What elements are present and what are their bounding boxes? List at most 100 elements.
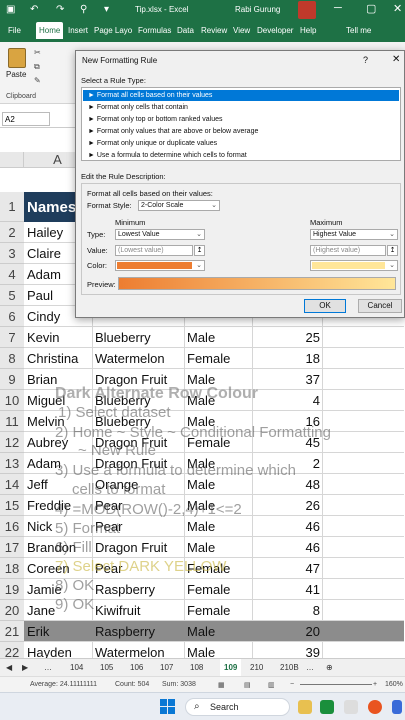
fruit-cell[interactable]: Kiwifruit [95, 603, 141, 618]
more-sheets-icon[interactable]: … [44, 663, 52, 672]
row-header[interactable]: 12 [0, 432, 24, 453]
table-row[interactable]: Hayden Watermelon Male 39 [24, 642, 404, 658]
gender-cell[interactable]: Male [187, 519, 215, 534]
row-header[interactable]: 16 [0, 516, 24, 537]
gender-cell[interactable]: Male [187, 624, 215, 639]
table-row[interactable]: Kevin Blueberry Male 25 [24, 327, 404, 348]
avatar[interactable] [298, 1, 316, 19]
gender-cell[interactable]: Male [187, 330, 215, 345]
tab-developer[interactable]: Developer [257, 26, 293, 35]
tab-file[interactable]: File [8, 26, 21, 35]
number-cell[interactable]: 41 [254, 582, 320, 597]
save-icon[interactable]: ▣ [6, 4, 15, 15]
windows-start-icon[interactable] [160, 699, 175, 714]
tab-page-layout[interactable]: Page Layo [94, 26, 132, 35]
normal-view-icon[interactable]: ▦ [218, 681, 225, 689]
number-cell[interactable]: 37 [254, 372, 320, 387]
table-row[interactable]: Christina Watermelon Female 18 [24, 348, 404, 369]
paste-button[interactable]: Paste [6, 70, 26, 79]
format-style-dropdown[interactable]: 2-Color Scale ⌄ [138, 200, 220, 211]
close-icon[interactable]: ✕ [392, 54, 400, 65]
sheet-tab[interactable]: 104 [70, 663, 83, 672]
min-type-dropdown[interactable]: Lowest Value ⌄ [115, 229, 205, 240]
row-header[interactable]: 17 [0, 537, 24, 558]
copy-icon[interactable]: ⧉ [34, 62, 40, 72]
gender-cell[interactable]: Male [187, 540, 215, 555]
number-cell[interactable]: 25 [254, 330, 320, 345]
row-header[interactable]: 5 [0, 285, 24, 306]
min-color-dropdown[interactable]: ⌄ [115, 260, 205, 271]
gender-cell[interactable]: Female [187, 603, 230, 618]
number-cell[interactable]: 47 [254, 561, 320, 576]
zoom-out-icon[interactable]: − [290, 681, 294, 688]
row-header[interactable]: 10 [0, 390, 24, 411]
ok-button[interactable]: OK [304, 299, 346, 313]
row-header[interactable]: 7 [0, 327, 24, 348]
rule-type-item[interactable]: ► Format only values that are above or b… [83, 126, 399, 137]
more-sheets-icon[interactable]: … [306, 663, 314, 672]
name-cell[interactable]: Kevin [27, 330, 60, 345]
row-header[interactable]: 22 [0, 642, 24, 658]
tab-formulas[interactable]: Formulas [138, 26, 171, 35]
rule-type-list[interactable]: ► Format all cells based on their values… [81, 87, 401, 161]
paste-icon[interactable] [8, 48, 26, 68]
fruit-cell[interactable]: Blueberry [95, 330, 151, 345]
name-cell[interactable]: Erik [27, 624, 49, 639]
number-cell[interactable]: 39 [254, 645, 320, 658]
tab-review[interactable]: Review [201, 26, 227, 35]
scroll-left-icon[interactable]: ◀ [6, 663, 12, 672]
tab-tell-me[interactable]: Tell me [346, 26, 371, 35]
gender-cell[interactable]: Female [187, 582, 230, 597]
close-window-icon[interactable]: ✕ [393, 2, 402, 15]
rule-type-item[interactable]: ► Format all cells based on their values [83, 90, 399, 101]
range-picker-icon[interactable]: ↥ [194, 245, 205, 256]
minimize-icon[interactable]: ─ [334, 2, 342, 14]
redo-icon[interactable]: ↷ [56, 4, 64, 15]
row-header[interactable]: 4 [0, 264, 24, 285]
sheet-tab[interactable]: 105 [100, 663, 113, 672]
format-painter-icon[interactable]: ✎ [34, 76, 41, 85]
name-cell[interactable]: Brian [27, 372, 57, 387]
number-cell[interactable]: 48 [254, 477, 320, 492]
page-layout-icon[interactable]: ▤ [244, 681, 251, 689]
number-cell[interactable]: 26 [254, 498, 320, 513]
name-cell[interactable]: Christina [27, 351, 78, 366]
number-cell[interactable]: 4 [254, 393, 320, 408]
fruit-cell[interactable]: Watermelon [95, 645, 165, 658]
select-all-corner[interactable] [0, 152, 24, 168]
restore-icon[interactable]: ▢ [366, 2, 376, 15]
user-name[interactable]: Rabi Gurung [235, 5, 280, 14]
fruit-cell[interactable]: Raspberry [95, 582, 155, 597]
name-cell[interactable]: Hayden [27, 645, 72, 658]
sheet-tab[interactable]: 106 [130, 663, 143, 672]
number-cell[interactable]: 46 [254, 540, 320, 555]
gender-cell[interactable]: Female [187, 351, 230, 366]
taskbar-search[interactable]: ⌕ Search [185, 698, 290, 716]
rule-type-item[interactable]: ► Format only top or bottom ranked value… [83, 114, 399, 125]
number-cell[interactable]: 20 [254, 624, 320, 639]
row-header[interactable]: 8 [0, 348, 24, 369]
row-header[interactable]: 13 [0, 453, 24, 474]
tab-insert[interactable]: Insert [68, 26, 88, 35]
row-header[interactable]: 1 [0, 192, 24, 222]
rule-type-item[interactable]: ► Format only unique or duplicate values [83, 138, 399, 149]
rule-type-item[interactable]: ► Format only cells that contain [83, 102, 399, 113]
min-value-input[interactable]: (Lowest value) [115, 245, 193, 256]
max-value-input[interactable]: (Highest value) [310, 245, 386, 256]
row-header[interactable]: 21 [0, 621, 24, 642]
zoom-slider[interactable] [300, 684, 372, 685]
fruit-cell[interactable]: Watermelon [95, 351, 165, 366]
gender-cell[interactable]: Male [187, 477, 215, 492]
row-header[interactable]: 18 [0, 558, 24, 579]
scroll-right-icon[interactable]: ▶ [22, 663, 28, 672]
fruit-cell[interactable]: Raspberry [95, 624, 155, 639]
sheet-tab[interactable]: 108 [190, 663, 203, 672]
customize-icon[interactable]: ▾ [104, 4, 109, 15]
row-header[interactable]: 20 [0, 600, 24, 621]
quick-access-icon[interactable]: ⚲ [80, 4, 87, 15]
browser-taskbar-icon[interactable] [368, 700, 382, 714]
tab-data[interactable]: Data [177, 26, 194, 35]
undo-icon[interactable]: ↶ [30, 4, 38, 15]
app-taskbar-icon[interactable] [392, 700, 402, 714]
table-row[interactable]: Erik Raspberry Male 20 [24, 621, 404, 642]
